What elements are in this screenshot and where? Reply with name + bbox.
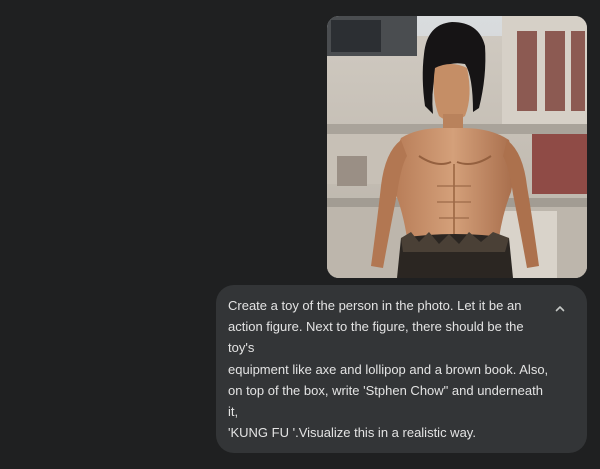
chat-area: Create a toy of the person in the photo.…: [0, 0, 600, 469]
prompt-line: Create a toy of the person in the photo.…: [228, 298, 522, 313]
prompt-line: on top of the box, write 'Stphen Chow" a…: [228, 382, 543, 398]
prompt-line: toy's: [228, 340, 255, 356]
user-prompt-bubble: Create a toy of the person in the photo.…: [216, 285, 587, 453]
prompt-line: action figure. Next to the figure, there…: [228, 319, 524, 335]
prompt-line: equipment like axe and lollipop and a br…: [228, 361, 549, 377]
collapse-prompt-button[interactable]: [548, 297, 572, 321]
prompt-line: 'KUNG FU '.Visualize this in a realistic…: [228, 425, 476, 441]
prompt-line: it,: [228, 404, 239, 420]
prompt-text: Create a toy of the person in the photo.…: [228, 295, 549, 443]
uploaded-photo[interactable]: [327, 16, 587, 278]
chevron-up-icon: [555, 306, 565, 312]
